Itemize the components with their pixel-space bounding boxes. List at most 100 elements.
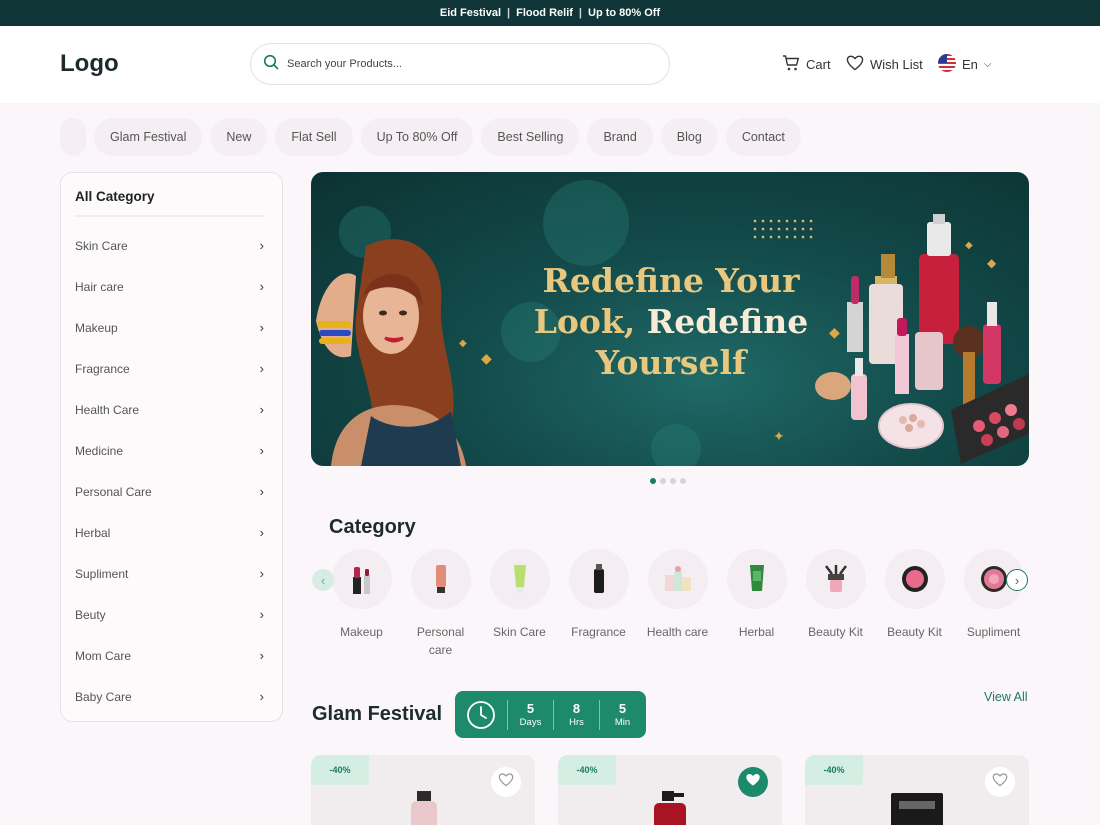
- nav-item-blog[interactable]: Blog: [660, 118, 718, 156]
- divider: [75, 215, 265, 217]
- sidebar-list: Skin Care › Hair care › Makeup › Fragrance ›…: [61, 225, 282, 717]
- heart-icon: [498, 772, 514, 792]
- sidebar-item-label: Skin Care: [75, 238, 128, 253]
- category-label: Personal care: [416, 625, 465, 657]
- heart-filled-icon: [745, 772, 761, 792]
- announcement-flood-relief[interactable]: Flood Relif: [516, 7, 573, 19]
- discount-badge: -40%: [558, 755, 616, 785]
- timer-days: 5 Days: [507, 699, 553, 730]
- category-label: Health care: [646, 625, 709, 639]
- carousel-dot[interactable]: [660, 478, 666, 484]
- language-selector[interactable]: En ⌵: [938, 54, 992, 75]
- announcement-eid-festival[interactable]: Eid Festival: [440, 7, 501, 19]
- lipstick-icon: [331, 549, 392, 609]
- search-input[interactable]: [287, 58, 647, 70]
- product-card[interactable]: -40%: [558, 755, 782, 825]
- category-label: Supliment: [966, 625, 1021, 639]
- product-card[interactable]: -40%: [311, 755, 535, 825]
- site-header: Logo Cart Wish List: [0, 26, 1100, 103]
- clock-icon: [455, 700, 507, 730]
- carousel-dot[interactable]: [680, 478, 686, 484]
- search-bar[interactable]: [250, 43, 670, 85]
- nav-item-glam-festival[interactable]: Glam Festival: [94, 118, 203, 156]
- search-icon[interactable]: [263, 54, 279, 75]
- product-image: [654, 791, 686, 825]
- wishlist-link[interactable]: Wish List: [846, 54, 923, 74]
- category-next-button[interactable]: ›: [1006, 569, 1028, 591]
- sidebar-item-medicine[interactable]: Medicine ›: [61, 430, 282, 471]
- herbal-tube-icon: [726, 549, 787, 609]
- chevron-right-icon: ›: [259, 238, 264, 253]
- sidebar-item-label: Hair care: [75, 279, 124, 294]
- nav-item-contact[interactable]: Contact: [725, 118, 801, 156]
- health-kit-icon: [647, 549, 708, 609]
- site-logo[interactable]: Logo: [60, 50, 119, 78]
- category-label: Beauty Kit: [808, 625, 863, 639]
- nav-item-best-selling[interactable]: Best Selling: [481, 118, 580, 156]
- sidebar-item-baby-care[interactable]: Baby Care ›: [61, 676, 282, 717]
- category-item[interactable]: Personal care: [401, 549, 480, 659]
- category-item[interactable]: Herbal: [717, 549, 796, 659]
- category-label: Makeup: [340, 625, 383, 639]
- carousel-indicators: [650, 478, 686, 484]
- sidebar-item-skin-care[interactable]: Skin Care ›: [61, 225, 282, 266]
- sidebar-item-beuty[interactable]: Beuty ›: [61, 594, 282, 635]
- category-item[interactable]: Makeup: [322, 549, 401, 659]
- chevron-right-icon: ›: [259, 279, 264, 294]
- carousel-dot[interactable]: [650, 478, 656, 484]
- carousel-dot[interactable]: [670, 478, 676, 484]
- category-item[interactable]: Fragrance: [559, 549, 638, 659]
- main-nav: Glam Festival New Flat Sell Up To 80% Of…: [60, 118, 801, 156]
- sidebar-item-hair-care[interactable]: Hair care ›: [61, 266, 282, 307]
- timer-unit: Min: [614, 716, 631, 728]
- category-item[interactable]: Beauty Kit: [875, 549, 954, 659]
- sidebar-item-label: Makeup: [75, 320, 118, 335]
- model-illustration: [316, 239, 466, 466]
- wishlist-button[interactable]: [491, 767, 521, 797]
- sidebar-item-fragrance[interactable]: Fragrance ›: [61, 348, 282, 389]
- category-sidebar: All Category Skin Care › Hair care › Makeu…: [60, 172, 283, 722]
- cream-tube-icon: [489, 549, 550, 609]
- category-label: Skin Care: [493, 625, 546, 639]
- nav-item-brand[interactable]: Brand: [587, 118, 653, 156]
- sidebar-item-makeup[interactable]: Makeup ›: [61, 307, 282, 348]
- sidebar-item-health-care[interactable]: Health Care ›: [61, 389, 282, 430]
- cart-label: Cart: [806, 57, 831, 72]
- announcement-discount[interactable]: Up to 80% Off: [588, 7, 660, 19]
- category-item[interactable]: Supliment: [954, 549, 1033, 659]
- product-card[interactable]: -40%: [805, 755, 1029, 825]
- category-prev-button[interactable]: ‹: [312, 569, 334, 591]
- nav-item-up-to-80-off[interactable]: Up To 80% Off: [360, 118, 474, 156]
- category-item[interactable]: Health care: [638, 549, 717, 659]
- hero-banner[interactable]: ◆ ◆ ◆ ✦ ◆ ◆ Redefine Your Look, Redefine…: [311, 172, 1029, 466]
- nav-pill-empty[interactable]: [60, 118, 86, 156]
- chevron-down-icon: ⌵: [983, 59, 992, 70]
- heart-icon: [846, 54, 864, 74]
- nav-item-flat-sell[interactable]: Flat Sell: [275, 118, 353, 156]
- sidebar-item-label: Baby Care: [75, 689, 132, 704]
- chevron-right-icon: ›: [259, 648, 264, 663]
- category-item[interactable]: Skin Care: [480, 549, 559, 659]
- product-image: [411, 791, 437, 825]
- timer-unit: Hrs: [569, 716, 584, 728]
- wishlist-button[interactable]: [985, 767, 1015, 797]
- cart-link[interactable]: Cart: [782, 54, 831, 75]
- decor-dot-grid: [751, 217, 815, 241]
- discount-badge: -40%: [311, 755, 369, 785]
- category-item[interactable]: Beauty Kit: [796, 549, 875, 659]
- sidebar-item-supliment[interactable]: Supliment ›: [61, 553, 282, 594]
- sidebar-item-personal-care[interactable]: Personal Care ›: [61, 471, 282, 512]
- wishlist-button[interactable]: [738, 767, 768, 797]
- sidebar-item-herbal[interactable]: Herbal ›: [61, 512, 282, 553]
- glam-festival-title: Glam Festival: [312, 703, 443, 725]
- sidebar-item-mom-care[interactable]: Mom Care ›: [61, 635, 282, 676]
- timer-minutes: 5 Min: [599, 699, 645, 730]
- category-section-title: Category: [329, 516, 416, 538]
- sidebar-item-label: Beuty: [75, 607, 106, 622]
- nav-item-new[interactable]: New: [210, 118, 268, 156]
- view-all-link[interactable]: View All: [984, 690, 1028, 704]
- chevron-left-icon: ‹: [320, 572, 326, 588]
- cosmetics-illustration: [815, 214, 1029, 464]
- product-image: [891, 793, 943, 825]
- headline-line-2a: Look,: [533, 302, 647, 341]
